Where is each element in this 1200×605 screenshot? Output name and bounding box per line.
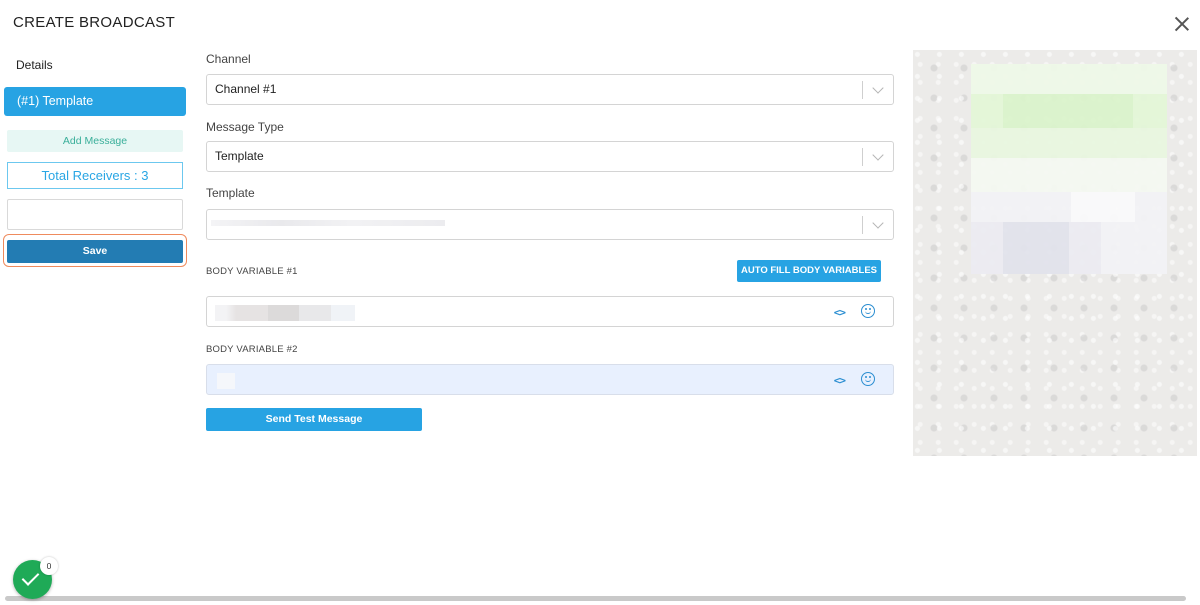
- preview-pixel-block: [971, 158, 1167, 192]
- message-type-select[interactable]: Template: [206, 141, 894, 172]
- sidebar-details-label: Details: [16, 58, 53, 72]
- save-button[interactable]: Save: [7, 240, 183, 263]
- add-message-button[interactable]: Add Message: [7, 130, 183, 152]
- preview-pixel-block: [1071, 192, 1135, 222]
- template-label: Template: [206, 186, 255, 200]
- redacted-text: [215, 305, 355, 321]
- select-divider: [862, 216, 863, 234]
- check-icon: [21, 568, 40, 586]
- modal-title: CREATE BROADCAST: [13, 14, 176, 31]
- sidebar-item-template[interactable]: (#1) Template: [4, 87, 186, 116]
- preview-pixel-block: [1003, 94, 1133, 128]
- chevron-down-icon[interactable]: [872, 217, 884, 229]
- emoji-icon[interactable]: [861, 372, 875, 386]
- chevron-down-icon[interactable]: [872, 149, 884, 161]
- preview-message-bubble: [971, 64, 1167, 274]
- preview-pixel-block: [971, 64, 1167, 94]
- message-preview-panel: [913, 50, 1197, 456]
- close-icon[interactable]: [1172, 14, 1192, 34]
- total-receivers-badge: Total Receivers : 3: [7, 162, 183, 189]
- body-variable-1-input[interactable]: <>: [206, 296, 894, 327]
- body-variable-1-label: BODY VARIABLE #1: [206, 266, 298, 277]
- preview-pixel-block: [971, 192, 1167, 222]
- emoji-icon[interactable]: [861, 304, 875, 318]
- auto-fill-body-variables-button[interactable]: AUTO FILL BODY VARIABLES: [737, 260, 881, 282]
- channel-select[interactable]: Channel #1: [206, 74, 894, 105]
- create-broadcast-modal: CREATE BROADCAST Details (#1) Template A…: [0, 0, 1200, 605]
- select-divider: [862, 81, 863, 99]
- body-variable-2-label: BODY VARIABLE #2: [206, 344, 298, 355]
- preview-pixel-block: [1003, 222, 1069, 274]
- preview-pixel-block: [1101, 222, 1167, 274]
- redacted-text: [211, 220, 445, 226]
- code-brackets-icon[interactable]: <>: [834, 306, 846, 319]
- notification-count-badge: 0: [40, 557, 58, 575]
- body-variable-2-input[interactable]: <>: [206, 364, 894, 395]
- code-brackets-icon[interactable]: <>: [834, 374, 846, 387]
- select-divider: [862, 148, 863, 166]
- chevron-down-icon[interactable]: [872, 82, 884, 94]
- message-type-label: Message Type: [206, 120, 284, 134]
- redacted-text: [217, 373, 235, 389]
- template-select[interactable]: [206, 209, 894, 240]
- preview-pixel-block: [971, 128, 1167, 158]
- broadcast-name-input[interactable]: [7, 199, 183, 230]
- message-type-select-value: Template: [215, 149, 264, 163]
- channel-select-value: Channel #1: [215, 82, 277, 96]
- send-test-message-button[interactable]: Send Test Message: [206, 408, 422, 431]
- horizontal-scrollbar[interactable]: [5, 596, 1186, 601]
- channel-label: Channel: [206, 52, 251, 66]
